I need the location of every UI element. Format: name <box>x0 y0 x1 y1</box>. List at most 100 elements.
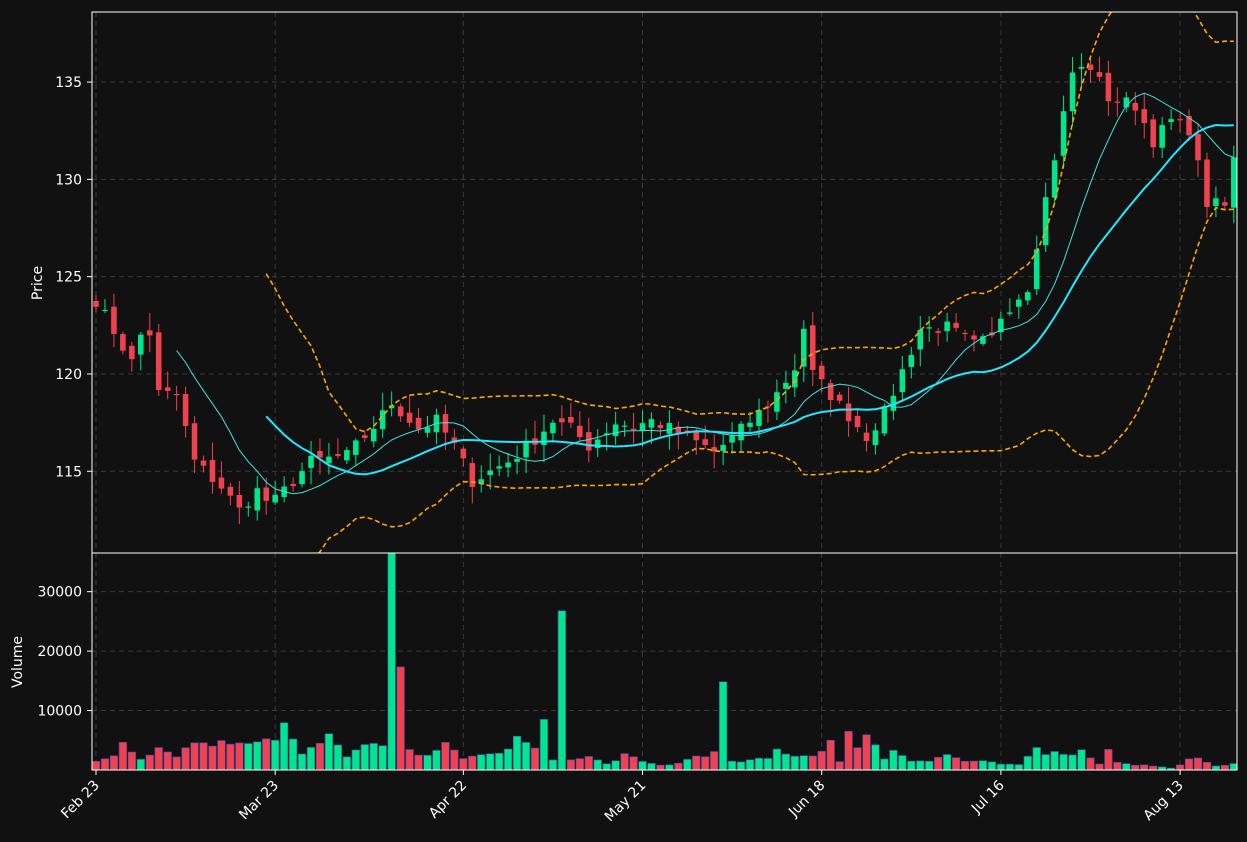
volume-bar <box>1184 758 1194 770</box>
price-tick-label: 120 <box>55 367 82 383</box>
volume-bar <box>925 760 934 770</box>
volume-tick-label: 20000 <box>37 644 82 660</box>
candle-up <box>594 439 601 449</box>
volume-bar <box>92 761 101 770</box>
candle-up <box>1007 312 1013 314</box>
volume-bar <box>1041 754 1050 770</box>
volume-bar <box>154 747 163 770</box>
volume-bar <box>271 739 280 770</box>
candle-down <box>1177 119 1183 121</box>
candle-down <box>93 300 99 307</box>
candle-down <box>1204 159 1210 207</box>
volume-bar <box>934 757 943 770</box>
candle-up <box>550 422 556 434</box>
volume-bar <box>692 755 701 770</box>
candle-up <box>344 450 350 461</box>
candle-down <box>1105 72 1112 102</box>
volume-bar <box>441 742 450 770</box>
candle-down <box>953 322 959 328</box>
candle-down <box>164 387 171 391</box>
volume-bar <box>118 742 127 770</box>
volume-bar <box>109 755 119 770</box>
volume-bar <box>736 761 746 770</box>
volume-bar <box>835 761 844 770</box>
candle-down <box>362 435 368 438</box>
candle-up <box>505 462 511 468</box>
volume-bar <box>557 610 566 770</box>
volume-bar <box>916 760 925 770</box>
candle-down <box>702 439 709 446</box>
volume-bar <box>163 751 172 770</box>
candle-down <box>1141 109 1148 124</box>
candle-up <box>1060 111 1067 156</box>
volume-bar <box>1229 763 1237 770</box>
candle-up <box>720 444 726 452</box>
volume-bar <box>1104 749 1113 770</box>
volume-bar <box>853 747 862 770</box>
candle-down <box>173 394 180 396</box>
candle-up <box>514 458 520 462</box>
candle-up <box>299 471 305 485</box>
volume-bar <box>674 762 683 770</box>
volume-bar <box>521 742 531 770</box>
candle-down <box>263 487 270 501</box>
volume-bar <box>808 755 817 770</box>
candle-down <box>442 414 449 433</box>
candle-down <box>577 425 583 438</box>
volume-bar <box>100 758 110 770</box>
volume-bar <box>638 761 647 770</box>
volume-bar <box>745 759 755 770</box>
volume-bar <box>324 733 334 770</box>
candle-up <box>783 382 789 389</box>
volume-bar <box>611 760 620 770</box>
volume-bar <box>907 760 916 770</box>
candle-down <box>227 486 234 496</box>
candle-down <box>111 306 117 335</box>
candle-down <box>818 365 825 380</box>
volume-bar <box>1131 764 1140 770</box>
candle-down <box>182 394 189 426</box>
candle-up <box>792 370 798 388</box>
candle-down <box>935 331 941 333</box>
volume-bar <box>378 745 387 770</box>
candle-up <box>272 494 278 503</box>
volume-bar <box>1202 761 1212 770</box>
volume-bar <box>217 740 226 770</box>
volume-bar <box>629 756 638 770</box>
candle-up <box>881 406 888 434</box>
volume-bar <box>1211 765 1221 770</box>
volume-bar <box>889 750 898 770</box>
volume-bar <box>342 756 351 770</box>
volume-bar <box>504 748 513 770</box>
volume-bar <box>575 758 584 770</box>
candle-up <box>1078 66 1085 69</box>
candle-down <box>146 330 153 336</box>
volume-bar <box>728 760 737 770</box>
volume-bar <box>880 758 889 770</box>
volume-bar <box>548 759 558 770</box>
volume-bar <box>772 748 782 770</box>
volume-bar <box>602 763 611 770</box>
volume-bar <box>1032 747 1041 770</box>
volume-bar <box>1050 751 1059 770</box>
volume-bar <box>1023 756 1032 770</box>
candle-up <box>666 422 673 434</box>
volume-bar <box>172 756 181 770</box>
price-axis-label: Price <box>30 266 46 300</box>
candle-down <box>209 459 216 482</box>
candle-up <box>102 309 108 312</box>
volume-bar <box>477 754 486 770</box>
candle-down <box>120 334 126 351</box>
candle-up <box>326 456 332 464</box>
volume-bar <box>226 743 235 770</box>
volume-bar <box>817 750 826 770</box>
volume-bar <box>369 743 378 770</box>
volume-bar <box>1086 757 1095 770</box>
candle-down <box>236 495 243 508</box>
candle-down <box>962 332 968 335</box>
volume-bar <box>396 666 405 770</box>
volume-tick-label: 30000 <box>37 585 82 601</box>
volume-bar <box>262 738 271 770</box>
volume-bar <box>1068 754 1077 770</box>
price-tick-label: 125 <box>55 270 82 286</box>
